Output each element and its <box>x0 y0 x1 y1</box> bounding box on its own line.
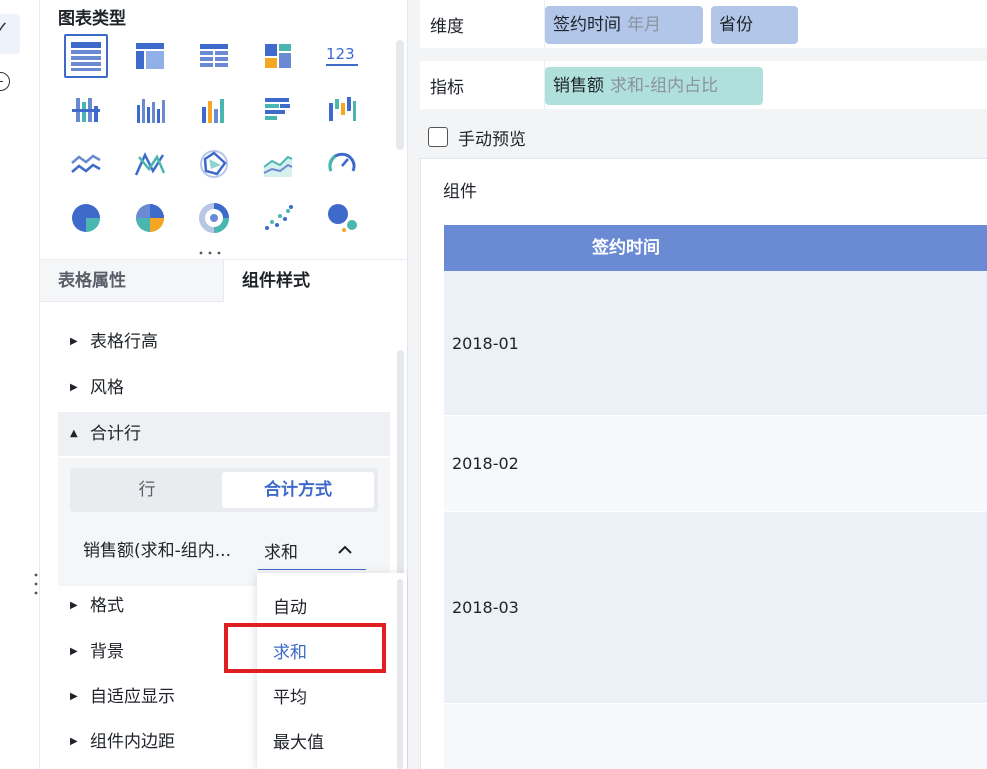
caret-right-icon: ▶ <box>70 691 78 702</box>
table-row: 2018-03 <box>444 512 987 704</box>
tab-table-properties[interactable]: 表格属性 <box>40 260 224 302</box>
metric-pill-sales[interactable]: 销售额 求和-组内占比 <box>545 67 763 105</box>
caret-right-icon: ▶ <box>70 336 78 347</box>
section-row-height[interactable]: ▶ 表格行高 <box>58 320 390 364</box>
detail-table-icon[interactable] <box>192 34 236 78</box>
chevron-up-icon <box>338 545 352 554</box>
check-icon[interactable]: ✓ <box>0 18 9 39</box>
caret-up-icon: ▲ <box>70 428 78 439</box>
component-preview: 组件 签约时间 2018-01 2018-02 2018-03 2018-04 <box>420 158 987 769</box>
kpi-card-icon[interactable] <box>256 34 300 78</box>
option-average[interactable]: 平均 <box>273 683 307 708</box>
section-style[interactable]: ▶ 风格 <box>58 366 390 410</box>
table-row: 2018-04 <box>444 704 987 769</box>
property-tabs: 表格属性 组件样式 <box>40 259 408 302</box>
metric-row: 指标 销售额 求和-组内占比 <box>420 61 987 109</box>
caret-right-icon: ▶ <box>70 382 78 393</box>
multi-pie-icon[interactable] <box>128 196 172 240</box>
scatter-chart-icon[interactable] <box>256 196 300 240</box>
option-auto[interactable]: 自动 <box>273 593 307 618</box>
tab-component-style[interactable]: 组件样式 <box>224 260 408 302</box>
caret-right-icon: ▶ <box>70 736 78 747</box>
component-title: 组件 <box>443 182 477 202</box>
option-max[interactable]: 最大值 <box>273 728 324 753</box>
horizontal-bar-icon[interactable] <box>256 88 300 132</box>
section-total-row[interactable]: ▲ 合计行 <box>58 412 390 456</box>
multi-line-icon[interactable] <box>128 142 172 186</box>
manual-preview-checkbox[interactable] <box>428 127 448 147</box>
table-header[interactable]: 签约时间 <box>444 225 987 271</box>
field-label: 销售额(求和-组内... <box>83 541 231 561</box>
dimension-label: 维度 <box>430 17 464 37</box>
number-card-icon[interactable]: 123 <box>320 34 364 78</box>
dropdown-scrollbar[interactable] <box>397 579 403 769</box>
chart-type-title: 图表类型 <box>58 9 126 29</box>
svg-text:123: 123 <box>326 45 355 63</box>
bubble-chart-icon[interactable] <box>320 196 364 240</box>
table-row: 2018-01 <box>444 271 987 416</box>
segment-row[interactable]: 行 <box>74 472 220 508</box>
pie-chart-icon[interactable] <box>64 196 108 240</box>
grouped-bar-icon[interactable] <box>64 88 108 132</box>
gauge-chart-icon[interactable] <box>320 142 364 186</box>
preview-area: 维度 签约时间 年月 省份 指标 销售额 求和-组内占比 手动预览 组件 签约时间 … <box>408 0 987 769</box>
total-row-settings: 行 合计方式 销售额(求和-组内... 求和 <box>58 458 390 586</box>
table-chart-icon[interactable] <box>64 34 108 78</box>
dimension-row: 维度 签约时间 年月 省份 <box>420 0 987 48</box>
dimension-pill-province[interactable]: 省份 <box>711 6 798 44</box>
cross-table-icon[interactable] <box>128 34 172 78</box>
select-value: 求和 <box>264 543 298 563</box>
total-method-select[interactable]: 求和 <box>258 530 366 570</box>
line-chart-icon[interactable] <box>64 142 108 186</box>
multi-column-icon[interactable] <box>192 88 236 132</box>
caret-right-icon: ▶ <box>70 646 78 657</box>
waterfall-icon[interactable] <box>320 88 364 132</box>
total-segmented-control: 行 合计方式 <box>70 468 378 512</box>
dimension-pill-sign-time[interactable]: 签约时间 年月 <box>545 6 703 44</box>
caret-right-icon: ▶ <box>70 600 78 611</box>
left-rail: ✓ <box>0 0 44 769</box>
table-row: 2018-02 <box>444 416 987 512</box>
highlight-box <box>224 623 386 673</box>
segment-total-method[interactable]: 合计方式 <box>222 472 374 508</box>
chart-grid-scrollbar[interactable] <box>396 40 404 150</box>
radar-chart-icon[interactable] <box>192 142 236 186</box>
metric-label: 指标 <box>430 78 464 98</box>
ring-chart-icon[interactable] <box>192 196 236 240</box>
column-chart-icon[interactable] <box>128 88 172 132</box>
add-circle-icon[interactable] <box>0 72 10 91</box>
area-chart-icon[interactable] <box>256 142 300 186</box>
manual-preview-toggle[interactable]: 手动预览 <box>428 124 526 150</box>
